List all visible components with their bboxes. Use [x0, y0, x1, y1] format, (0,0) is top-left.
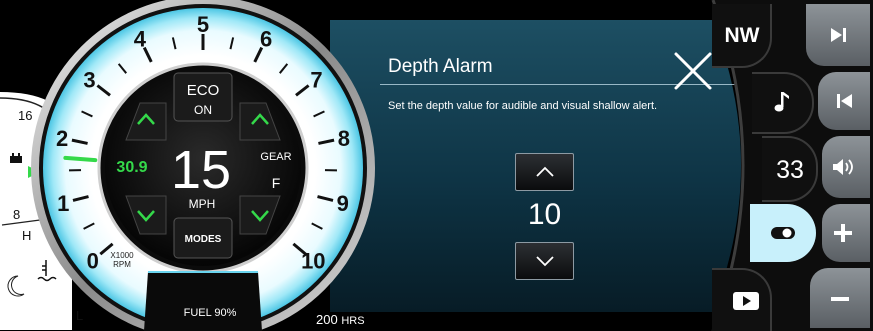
chevron-up-icon [536, 166, 554, 177]
speed-value: 15 [171, 140, 231, 200]
play-video-icon [733, 292, 759, 310]
volume-up-button[interactable] [822, 204, 870, 262]
eco-label: ECO [187, 82, 220, 99]
set-speed-value: 30.9 [116, 159, 147, 176]
gauge-tick-label: 9 [337, 191, 349, 216]
previous-track-button[interactable] [818, 72, 870, 130]
modes-label: MODES [185, 234, 222, 245]
gauge-tick-label: 6 [260, 27, 272, 52]
fuel-level: FUEL 90% [184, 307, 237, 319]
eco-button[interactable]: ECO ON [173, 72, 233, 122]
gear-value: F [272, 175, 281, 191]
video-button[interactable] [712, 268, 772, 331]
toggle-switch-icon [771, 227, 795, 239]
alarm-panel-title: Depth Alarm [388, 56, 493, 77]
rpm-needle [63, 155, 98, 163]
modes-button[interactable]: MODES [173, 217, 233, 259]
gauge-tick-label: 8 [338, 126, 350, 151]
speed-unit: MPH [189, 197, 216, 211]
music-button[interactable] [752, 72, 814, 134]
next-track-button[interactable] [806, 4, 870, 66]
music-note-icon [774, 92, 789, 112]
gauge-tick-label: 3 [83, 67, 95, 92]
depth-increase-button[interactable] [515, 153, 574, 191]
minus-icon [831, 297, 849, 301]
fuel-segment [144, 272, 262, 331]
chevron-down-icon [536, 256, 554, 267]
volume-down-button[interactable] [810, 268, 870, 328]
eco-state: ON [194, 103, 212, 117]
gauge-tick-label: 2 [56, 126, 68, 151]
depth-alarm-value: 10 [527, 198, 562, 231]
skip-forward-icon [831, 28, 846, 42]
alarm-panel-description: Set the depth value for audible and visu… [388, 100, 658, 112]
skip-back-icon [837, 94, 852, 108]
gauge-tick-label: 10 [301, 249, 325, 274]
volume-value: 33 [776, 156, 804, 184]
gauge-tick-label: 7 [310, 67, 322, 92]
plus-icon [834, 224, 852, 242]
gauge-tick-label: 4 [134, 27, 147, 52]
volume-level-display: 33 [762, 136, 818, 202]
gauge-tick-label: 0 [87, 249, 99, 274]
speaker-icon [833, 159, 853, 175]
rpm-unit-line1: X1000 [110, 251, 134, 260]
gear-label: GEAR [260, 151, 291, 163]
rpm-unit-line2: RPM [113, 260, 131, 269]
mute-button[interactable] [822, 136, 870, 198]
depth-decrease-button[interactable] [515, 242, 574, 280]
gauge-tick-label: 5 [197, 12, 209, 37]
helm-display: 16 8 H L 200HRS 200 HRS 0 1 2 3 4 5 6 7 … [0, 0, 873, 331]
heading-value: NW [724, 24, 760, 47]
gauge-tick-label: 1 [57, 191, 69, 216]
display-toggle-button[interactable] [750, 204, 816, 262]
heading-button[interactable]: NW [712, 4, 772, 68]
